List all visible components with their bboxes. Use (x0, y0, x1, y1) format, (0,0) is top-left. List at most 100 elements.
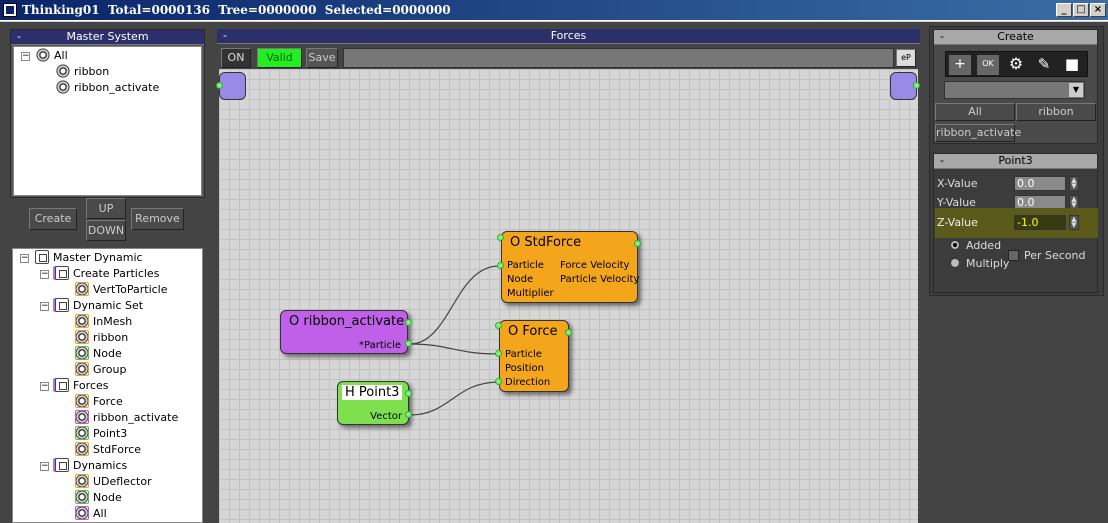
tree-item-label: Force (93, 395, 123, 408)
event-output-port[interactable] (913, 82, 920, 89)
x-value-spinner[interactable]: ▲ ▼ (1069, 176, 1079, 191)
stdforce-particle-port[interactable] (497, 262, 504, 269)
force-particle-port[interactable] (495, 350, 502, 357)
expand-toggle[interactable]: − (40, 270, 49, 279)
document-icon (55, 378, 69, 392)
chevron-down-icon[interactable]: ▼ (1069, 83, 1083, 97)
remove-button[interactable]: Remove (131, 208, 184, 230)
expand-toggle[interactable]: − (21, 52, 30, 61)
on-button[interactable]: ON (221, 48, 251, 68)
node-point3[interactable]: H Point3 Vector (337, 381, 409, 425)
event-input-stub[interactable] (219, 72, 246, 100)
per-second-checkbox[interactable] (1008, 250, 1019, 261)
stdforce-output-port[interactable] (634, 240, 641, 247)
save-button[interactable]: Save (306, 48, 338, 68)
collapse-toggle[interactable]: - (17, 30, 21, 44)
cube-icon[interactable]: ■ (1061, 55, 1083, 75)
port-label: Node (507, 274, 534, 285)
tree-item-inmesh[interactable]: InMesh (75, 314, 132, 330)
tree-item-node[interactable]: Node (75, 346, 122, 362)
down-button[interactable]: DOWN (86, 220, 126, 241)
tree-item-verttoparticle[interactable]: VertToParticle (75, 282, 168, 298)
ribbon-activate-output-port[interactable] (405, 319, 412, 326)
gear-icon[interactable]: ⚙ (1005, 55, 1027, 75)
minimize-button[interactable]: _ (1056, 3, 1072, 17)
port-label: Particle (507, 260, 544, 271)
tree-item-label: StdForce (93, 443, 142, 456)
tab-all[interactable]: All (935, 103, 1015, 121)
z-value-spinner[interactable]: ▲ ▼ (1069, 215, 1079, 230)
maximize-button[interactable]: □ (1073, 3, 1089, 17)
node-ribbon-activate[interactable]: O ribbon_activate *Particle (280, 310, 408, 354)
helper-icon (75, 426, 89, 440)
tree-item-all[interactable]: All (36, 48, 68, 64)
added-radio[interactable] (950, 240, 960, 250)
node-stdforce[interactable]: O StdForce Particle Node Multiplier Forc… (501, 231, 639, 303)
collapse-toggle[interactable]: - (223, 29, 227, 43)
point3-vector-port[interactable] (405, 411, 412, 418)
create-toolbar: + OK ⚙ ✎ ■ (945, 51, 1088, 77)
master-system-tree[interactable]: − All ribbon ribbon_activate (13, 46, 202, 196)
tree-item-dynamic-set[interactable]: Dynamic Set (55, 298, 143, 314)
force-output-port[interactable] (565, 329, 572, 336)
tree-item-point3[interactable]: Point3 (75, 426, 127, 442)
tree-item-create-particles[interactable]: Create Particles (55, 266, 159, 282)
tree-item-all[interactable]: All (75, 506, 107, 522)
tree-item-label: ribbon (74, 65, 110, 78)
expand-toggle[interactable]: − (40, 302, 49, 311)
tree-item-stdforce[interactable]: StdForce (75, 442, 141, 458)
tab-ribbon-activate[interactable]: ribbon_activate (935, 124, 1021, 142)
per-second-label: Per Second (1024, 249, 1086, 262)
expand-toggle[interactable]: − (20, 254, 29, 263)
pin-icon[interactable]: eP (896, 49, 916, 67)
master-dynamic-tree[interactable]: − Master Dynamic − Create Particles Vert… (12, 248, 203, 523)
master-system-header[interactable]: - Master System (11, 30, 204, 45)
expand-toggle[interactable]: − (40, 462, 49, 471)
tree-item-forces[interactable]: Forces (55, 378, 109, 394)
wrench-icon[interactable]: ✎ (1033, 55, 1055, 75)
tree-item-master-dynamic[interactable]: Master Dynamic (35, 250, 143, 266)
tree-item-ribbon[interactable]: ribbon (56, 64, 109, 80)
document-icon (35, 250, 49, 264)
up-button[interactable]: UP (86, 198, 126, 219)
forces-header[interactable]: - Forces (217, 29, 920, 44)
node-title: O StdForce (510, 235, 582, 250)
tree-item-label: Master Dynamic (53, 251, 143, 264)
tree-item-ribbon-activate[interactable]: ribbon_activate (75, 410, 178, 426)
tree-item-node-2[interactable]: Node (75, 490, 122, 506)
event-name-field[interactable] (343, 48, 894, 68)
system-icon (56, 80, 70, 94)
tree-item-dynamics[interactable]: Dynamics (55, 458, 127, 474)
force-input-port[interactable] (495, 322, 502, 329)
force-direction-port[interactable] (495, 378, 502, 385)
tree-item-label: InMesh (93, 315, 133, 328)
z-value-input[interactable] (1014, 215, 1066, 230)
node-force[interactable]: O Force Particle Position Direction (499, 320, 569, 392)
create-button[interactable]: Create (29, 208, 77, 230)
point3-header[interactable]: - Point3 (934, 154, 1097, 169)
add-operator-icon[interactable]: + (949, 55, 971, 75)
category-dropdown[interactable]: ▼ (944, 81, 1085, 99)
add-ok-icon[interactable]: OK (977, 55, 999, 75)
ribbon-activate-particle-port[interactable] (405, 340, 412, 347)
close-button[interactable]: × (1090, 3, 1106, 17)
port-label: Position (505, 363, 544, 374)
tree-item-ribbon[interactable]: ribbon (75, 330, 128, 346)
tree-item-label: Node (93, 347, 122, 360)
multiply-radio[interactable] (950, 258, 960, 268)
stdforce-input-port[interactable] (497, 234, 504, 241)
collapse-toggle[interactable]: - (940, 30, 944, 44)
collapse-toggle[interactable]: - (940, 154, 944, 168)
x-value-input[interactable] (1014, 176, 1066, 191)
expand-toggle[interactable]: − (40, 382, 49, 391)
valid-button[interactable]: Valid (257, 48, 302, 68)
tab-ribbon[interactable]: ribbon (1016, 103, 1096, 121)
tree-item-force[interactable]: Force (75, 394, 123, 410)
point3-output-port[interactable] (405, 390, 412, 397)
tree-item-udeflector[interactable]: UDeflector (75, 474, 152, 490)
event-input-port[interactable] (216, 82, 223, 89)
create-header[interactable]: - Create (934, 30, 1097, 45)
z-value-label: Z-Value (937, 216, 978, 229)
tree-item-ribbon-activate[interactable]: ribbon_activate (56, 80, 159, 96)
tree-item-group[interactable]: Group (75, 362, 127, 378)
